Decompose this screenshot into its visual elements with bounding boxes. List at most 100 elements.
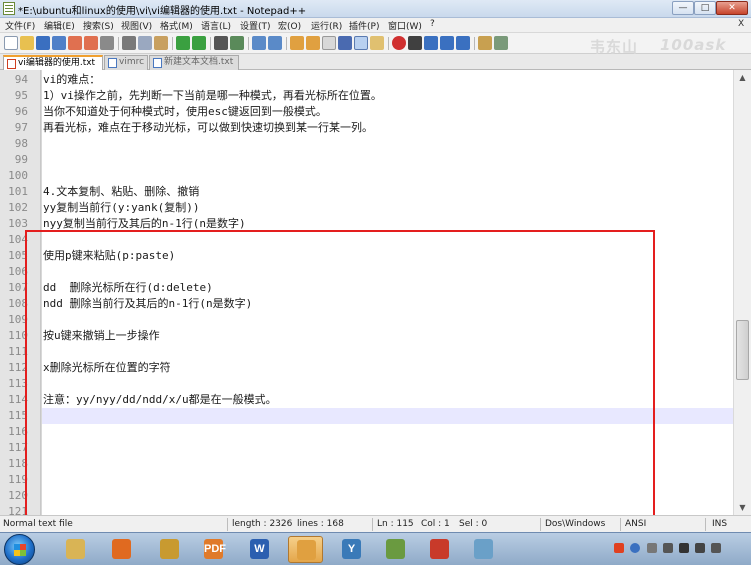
- menu-settings[interactable]: 设置(T): [240, 19, 271, 32]
- editor[interactable]: 94 vi的难点： 95 1）vi操作之前，先判断一下当前是哪一种模式，再看光标所在位…: [0, 70, 733, 515]
- app9-icon: [430, 539, 449, 559]
- editor-line[interactable]: 95 1）vi操作之前，先判断一下当前是哪一种模式，再看光标所在位置。: [0, 88, 733, 104]
- taskbar-pdf-button[interactable]: PDF: [196, 536, 231, 563]
- record-macro-icon[interactable]: [392, 36, 406, 50]
- notepadpp-icon: [297, 540, 316, 560]
- sync-v-icon[interactable]: [290, 36, 304, 50]
- maximize-button[interactable]: □: [694, 1, 716, 15]
- menu-search[interactable]: 搜索(S): [83, 19, 114, 32]
- doc-map-icon[interactable]: [370, 36, 384, 50]
- save-all-icon[interactable]: [52, 36, 66, 50]
- tray-volume-icon[interactable]: [695, 543, 705, 553]
- close-all-icon[interactable]: [84, 36, 98, 50]
- save-macro-icon[interactable]: [456, 36, 470, 50]
- status-sel: Sel : 0: [459, 519, 488, 529]
- editor-line[interactable]: 102 yy复制当前行(y:yank(复制)): [0, 200, 733, 216]
- menu-window[interactable]: 窗口(W): [388, 19, 422, 32]
- line-text[interactable]: 当你不知道处于何种模式时，使用esc键返回到一般模式。: [43, 104, 327, 120]
- status-lines: lines : 168: [297, 519, 344, 529]
- line-text[interactable]: yy复制当前行(y:yank(复制)): [43, 200, 199, 216]
- vertical-scrollbar[interactable]: ▲ ▼: [733, 70, 751, 515]
- menu-language[interactable]: 语言(L): [201, 19, 231, 32]
- sync-h-icon[interactable]: [306, 36, 320, 50]
- menu-run[interactable]: 运行(R): [311, 19, 342, 32]
- undo-icon[interactable]: [176, 36, 190, 50]
- menu-file[interactable]: 文件(F): [5, 19, 35, 32]
- play-macro-icon[interactable]: [424, 36, 438, 50]
- scroll-down-icon[interactable]: ▼: [735, 500, 750, 515]
- editor-line[interactable]: 94 vi的难点：: [0, 72, 733, 88]
- taskbar-app7-button[interactable]: Y: [334, 536, 369, 563]
- zoom-out-icon[interactable]: [268, 36, 282, 50]
- paste-icon[interactable]: [154, 36, 168, 50]
- editor-line[interactable]: 96 当你不知道处于何种模式时，使用esc键返回到一般模式。: [0, 104, 733, 120]
- line-number: 115: [8, 409, 28, 422]
- taskbar-explorer-button[interactable]: [58, 536, 93, 563]
- scroll-up-icon[interactable]: ▲: [735, 70, 750, 85]
- run-macro-icon[interactable]: [440, 36, 454, 50]
- menu-format[interactable]: 格式(M): [160, 19, 193, 32]
- zoom-in-icon[interactable]: [252, 36, 266, 50]
- taskbar-app10-button[interactable]: [466, 536, 501, 563]
- line-text[interactable]: vi的难点：: [43, 72, 100, 88]
- toolbar-separator: [286, 37, 287, 50]
- save-icon[interactable]: [36, 36, 50, 50]
- line-number: 121: [8, 505, 28, 515]
- editor-line[interactable]: 101 4.文本复制、粘贴、删除、撤销: [0, 184, 733, 200]
- close-button[interactable]: ✕: [716, 1, 748, 15]
- close-icon[interactable]: [68, 36, 82, 50]
- new-file-icon[interactable]: [4, 36, 18, 50]
- tray-s-icon[interactable]: [614, 543, 624, 553]
- toolbar-separator: [474, 37, 475, 50]
- tab-new-text[interactable]: 新建文本文档.txt: [149, 55, 239, 70]
- line-text[interactable]: 1）vi操作之前，先判断一下当前是哪一种模式，再看光标所在位置。: [43, 88, 382, 104]
- start-button[interactable]: [4, 534, 35, 565]
- taskbar-app9-button[interactable]: [422, 536, 457, 563]
- line-text[interactable]: 4.文本复制、粘贴、删除、撤销: [43, 184, 199, 200]
- print-icon[interactable]: [100, 36, 114, 50]
- close-doc-button[interactable]: X: [738, 19, 744, 29]
- show-all-chars-icon[interactable]: [338, 36, 352, 50]
- tray-input-icon[interactable]: [711, 543, 721, 553]
- tray-help-icon[interactable]: [630, 543, 640, 553]
- open-file-icon[interactable]: [20, 36, 34, 50]
- tray-network-icon[interactable]: [663, 543, 673, 553]
- status-ln: Ln : 115: [377, 519, 414, 529]
- find-icon[interactable]: [214, 36, 228, 50]
- redo-icon[interactable]: [192, 36, 206, 50]
- menu-edit[interactable]: 编辑(E): [44, 19, 75, 32]
- line-number: 109: [8, 313, 28, 326]
- stop-macro-icon[interactable]: [408, 36, 422, 50]
- taskbar-firefox-button[interactable]: [104, 536, 139, 563]
- line-text[interactable]: 再看光标，难点在于移动光标，可以做到快速切换到某一行某一列。: [43, 120, 373, 136]
- line-number: 108: [8, 297, 28, 310]
- pdf-icon: PDF: [204, 539, 226, 559]
- minimize-button[interactable]: —: [672, 1, 694, 15]
- word-wrap-icon[interactable]: [322, 36, 336, 50]
- editor-line[interactable]: 97 再看光标，难点在于移动光标，可以做到快速切换到某一行某一列。: [0, 120, 733, 136]
- editor-line[interactable]: 99: [0, 152, 733, 168]
- plugin-icon[interactable]: [478, 36, 492, 50]
- cut-icon[interactable]: [122, 36, 136, 50]
- line-number: 119: [8, 473, 28, 486]
- menu-plugins[interactable]: 插件(P): [349, 19, 379, 32]
- taskbar-notepadpp-button[interactable]: [288, 536, 323, 563]
- tab-vi-editor[interactable]: vi编辑器的使用.txt: [3, 55, 103, 70]
- tab-vimrc[interactable]: vimrc: [104, 55, 148, 70]
- spell-check-icon[interactable]: [494, 36, 508, 50]
- taskbar-app8-button[interactable]: [378, 536, 413, 563]
- replace-icon[interactable]: [230, 36, 244, 50]
- indent-guide-icon[interactable]: [354, 36, 368, 50]
- tray-arrow-icon[interactable]: [647, 543, 657, 553]
- taskbar-word-button[interactable]: W: [242, 536, 277, 563]
- menu-view[interactable]: 视图(V): [121, 19, 152, 32]
- menu-macro[interactable]: 宏(O): [278, 19, 301, 32]
- copy-icon[interactable]: [138, 36, 152, 50]
- editor-line[interactable]: 98: [0, 136, 733, 152]
- scroll-thumb[interactable]: [736, 320, 749, 380]
- menu-help[interactable]: ?: [430, 19, 435, 29]
- editor-line[interactable]: 100: [0, 168, 733, 184]
- tray-flag-icon[interactable]: [679, 543, 689, 553]
- taskbar-app3-button[interactable]: [152, 536, 187, 563]
- app10-icon: [474, 539, 493, 559]
